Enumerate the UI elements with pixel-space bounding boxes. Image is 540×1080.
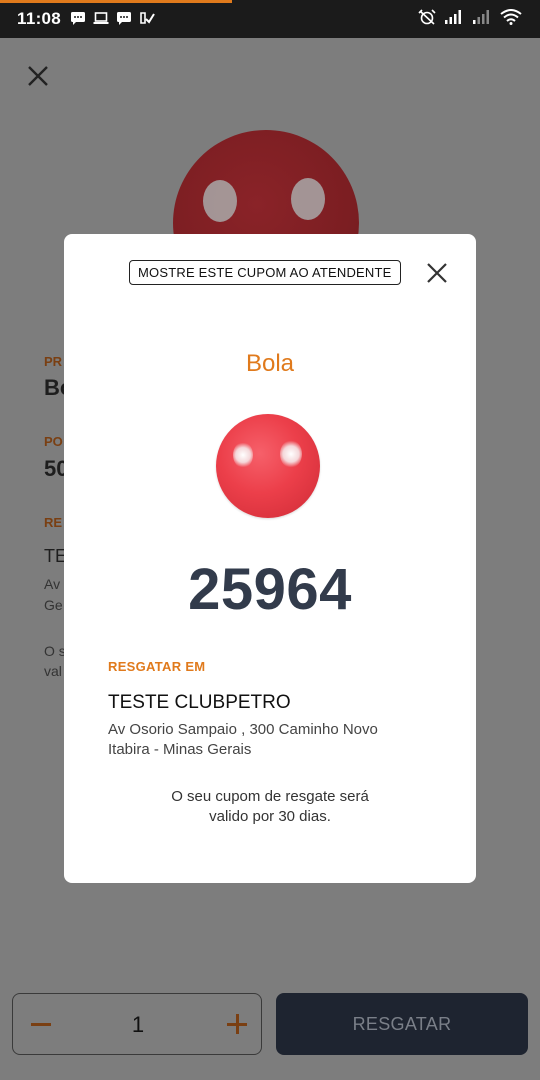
bg-points-label: PO (44, 434, 63, 449)
validity-note: O seu cupom de resgate será valido por 3… (64, 787, 476, 827)
bg-address-line: Av (44, 576, 61, 592)
bg-note-line: O s (44, 643, 66, 659)
quantity-stepper: 1 (12, 993, 262, 1055)
coupon-code: 25964 (188, 557, 352, 622)
notification-icons (70, 11, 155, 26)
quantity-value: 1 (131, 1012, 145, 1037)
product-highlight (291, 178, 325, 220)
redeem-at-label: RESGATAR EM (108, 659, 206, 674)
bg-note-line: val (44, 663, 62, 679)
plus-icon[interactable] (227, 1014, 247, 1034)
product-highlight (203, 180, 237, 222)
coupon-modal: MOSTRE ESTE CUPOM AO ATENDENTE Bola 2596… (64, 234, 476, 883)
ball-highlight (280, 440, 302, 468)
status-bar: 11:08 (0, 0, 540, 38)
redeem-button[interactable]: RESGATAR (276, 993, 528, 1055)
coupon-tag: MOSTRE ESTE CUPOM AO ATENDENTE (129, 260, 401, 285)
status-time: 11:08 (17, 9, 62, 28)
product-image (216, 414, 320, 518)
close-icon[interactable] (26, 64, 50, 88)
validity-line: O seu cupom de resgate será (171, 788, 369, 805)
message-icon (71, 12, 85, 25)
message-icon (117, 12, 131, 25)
wifi-icon (500, 9, 522, 25)
system-icons (418, 9, 522, 25)
close-icon[interactable] (426, 262, 448, 284)
bg-redeem-label: RE (44, 515, 63, 530)
alarm-off-icon (418, 9, 436, 25)
ball-highlight (233, 442, 253, 468)
product-title: Bola (245, 350, 295, 377)
store-address: Av Osorio Sampaio , 300 Caminho Novo Ita… (108, 720, 448, 760)
signal-icon (445, 10, 461, 24)
signal-weak-icon (473, 10, 489, 24)
laptop-icon (93, 12, 109, 24)
bg-product-label: PR (44, 354, 63, 369)
bg-address-line: Ge (44, 597, 63, 613)
address-line: Itabira - Minas Gerais (108, 741, 252, 758)
validity-line: valido por 30 dias. (209, 808, 331, 825)
loading-progress-bar (0, 0, 233, 3)
address-line: Av Osorio Sampaio , 300 Caminho Novo (108, 721, 378, 738)
store-name: TESTE CLUBPETRO (108, 692, 291, 713)
check-icon (140, 12, 155, 24)
